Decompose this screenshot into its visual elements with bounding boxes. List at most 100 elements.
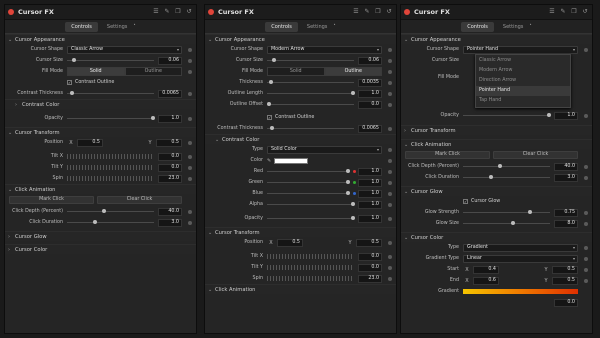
section-contrast-color[interactable]: › Contrast Color: [5, 99, 196, 109]
reset-icon[interactable]: ↺: [185, 8, 193, 16]
spin-value[interactable]: 23.0: [158, 174, 182, 183]
keyframe-icon[interactable]: [188, 47, 192, 52]
keyframe-icon[interactable]: [388, 47, 392, 52]
keyframe-icon[interactable]: [388, 80, 392, 85]
tilt-y-value[interactable]: 0.0: [158, 163, 182, 172]
tab-controls[interactable]: Controls: [265, 21, 298, 32]
gradient-type-dropdown[interactable]: Linear ▾: [463, 254, 578, 263]
section-cursor-glow[interactable]: › Cursor Glow: [5, 231, 196, 241]
outline-length-value[interactable]: 1.0: [358, 89, 382, 98]
fill-mode-toggle[interactable]: Solid Outline: [67, 67, 182, 76]
alpha-slider[interactable]: [267, 202, 355, 206]
contrast-thickness-slider[interactable]: [267, 126, 354, 130]
menu-item-modern-arrow[interactable]: Modern Arrow: [476, 66, 570, 76]
keyframe-icon[interactable]: [388, 180, 392, 185]
cursor-shape-dropdown[interactable]: Modern Arrow ▾: [267, 45, 382, 54]
section-contrast-color[interactable]: ⌄ Contrast Color: [205, 134, 396, 144]
options-icon[interactable]: ☰: [152, 8, 160, 16]
keyframe-icon[interactable]: [188, 69, 192, 74]
close-dot-icon[interactable]: [208, 9, 214, 15]
close-dot-icon[interactable]: [404, 9, 410, 15]
keyframe-icon[interactable]: [584, 210, 588, 215]
keyframe-icon[interactable]: [388, 240, 392, 245]
tilt-y-value[interactable]: 0.0: [358, 263, 382, 272]
copy-icon[interactable]: ❐: [570, 8, 578, 16]
cursor-glow-checkbox[interactable]: ✓ Cursor Glow: [463, 199, 500, 204]
opacity-value[interactable]: 1.0: [358, 214, 382, 223]
green-slider[interactable]: [267, 180, 350, 184]
click-duration-slider[interactable]: [463, 175, 550, 179]
start-y-value[interactable]: 0.5: [552, 265, 578, 274]
mark-click-button[interactable]: Mark Click: [405, 151, 490, 159]
tab-settings[interactable]: Settings: [301, 22, 334, 32]
keyframe-icon[interactable]: [188, 154, 192, 159]
menu-item-pointer-hand[interactable]: Pointer Hand: [476, 86, 570, 96]
gradient-bar[interactable]: [463, 289, 578, 294]
keyframe-icon[interactable]: [388, 265, 392, 270]
keyframe-icon[interactable]: [584, 221, 588, 226]
glow-strength-slider[interactable]: [463, 210, 550, 214]
keyframe-icon[interactable]: [584, 267, 588, 272]
menu-item-classic-arrow[interactable]: Classic Arrow: [476, 56, 570, 66]
glow-strength-value[interactable]: 0.75: [554, 208, 578, 217]
keyframe-icon[interactable]: [388, 58, 392, 63]
fill-outline-button[interactable]: Outline: [124, 67, 182, 76]
position-x-value[interactable]: 0.5: [77, 138, 103, 147]
wand-icon[interactable]: ✎: [363, 8, 371, 16]
copy-icon[interactable]: ❐: [374, 8, 382, 16]
keyframe-icon[interactable]: [584, 164, 588, 169]
keyframe-icon[interactable]: [188, 176, 192, 181]
keyframe-icon[interactable]: [388, 191, 392, 196]
keyframe-icon[interactable]: [584, 175, 588, 180]
tab-controls[interactable]: Controls: [461, 21, 494, 32]
contrast-thickness-value[interactable]: 0.0065: [158, 89, 182, 98]
outline-offset-value[interactable]: 0.0: [358, 100, 382, 109]
close-dot-icon[interactable]: [8, 9, 14, 15]
tab-settings[interactable]: Settings: [497, 22, 530, 32]
section-cursor-appearance[interactable]: ⌄ Cursor Appearance: [401, 34, 592, 44]
spin-dial[interactable]: [267, 276, 354, 281]
keyframe-icon[interactable]: [584, 256, 588, 261]
keyframe-icon[interactable]: [388, 126, 392, 131]
end-y-value[interactable]: 0.5: [552, 276, 578, 285]
outline-length-slider[interactable]: [267, 91, 355, 95]
tilt-x-value[interactable]: 0.0: [158, 152, 182, 161]
tilt-x-dial[interactable]: [267, 254, 354, 259]
opacity-slider[interactable]: [267, 216, 355, 220]
click-duration-value[interactable]: 3.0: [554, 173, 578, 182]
keyframe-icon[interactable]: [388, 254, 392, 259]
click-depth-value[interactable]: 40.0: [158, 207, 182, 216]
cursor-size-slider[interactable]: [67, 58, 154, 62]
mark-click-button[interactable]: Mark Click: [9, 196, 94, 204]
spin-dial[interactable]: [67, 176, 154, 181]
keyframe-icon[interactable]: [188, 91, 192, 96]
keyframe-icon[interactable]: [388, 169, 392, 174]
gradient-value[interactable]: 0.0: [554, 298, 578, 307]
tilt-x-dial[interactable]: [67, 154, 154, 159]
section-cursor-transform[interactable]: › Cursor Transform: [401, 125, 592, 135]
click-depth-value[interactable]: 40.0: [554, 162, 578, 171]
reset-icon[interactable]: ↺: [385, 8, 393, 16]
eyedropper-icon[interactable]: ✎: [267, 158, 274, 164]
opacity-value[interactable]: 1.0: [158, 114, 182, 123]
section-cursor-transform[interactable]: ⌄ Cursor Transform: [205, 227, 396, 237]
section-cursor-transform[interactable]: ⌄ Cursor Transform: [5, 127, 196, 137]
keyframe-icon[interactable]: [388, 69, 392, 74]
red-slider[interactable]: [267, 169, 350, 173]
copy-icon[interactable]: ❐: [174, 8, 182, 16]
fill-solid-button[interactable]: Solid: [67, 67, 125, 76]
keyframe-icon[interactable]: [188, 165, 192, 170]
fill-outline-button[interactable]: Outline: [324, 67, 382, 76]
click-duration-value[interactable]: 3.0: [158, 218, 182, 227]
contrast-outline-checkbox[interactable]: ✓ Contrast Outline: [67, 80, 114, 85]
fill-mode-toggle[interactable]: Solid Outline: [267, 67, 382, 76]
outline-offset-slider[interactable]: [267, 102, 354, 106]
thickness-slider[interactable]: [267, 80, 354, 84]
type-dropdown[interactable]: Solid Color ▾: [267, 145, 382, 154]
section-cursor-glow[interactable]: ⌄ Cursor Glow: [401, 186, 592, 196]
click-depth-slider[interactable]: [463, 164, 550, 168]
position-y-value[interactable]: 0.5: [356, 238, 382, 247]
fill-solid-button[interactable]: Solid: [267, 67, 325, 76]
cursor-size-slider[interactable]: [267, 58, 354, 62]
section-click-animation[interactable]: ⌄ Click Animation: [401, 139, 592, 149]
